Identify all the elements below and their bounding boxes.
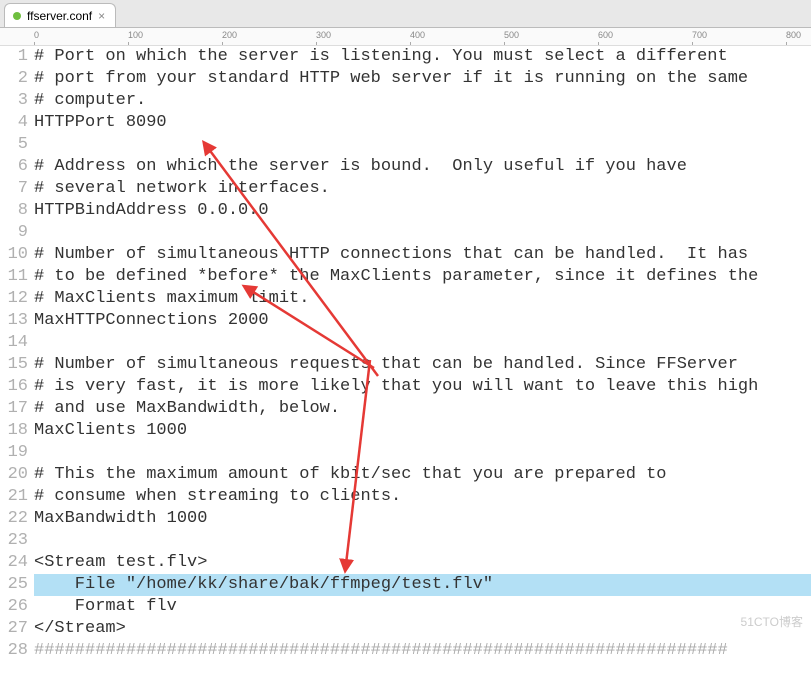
code-line[interactable]: ########################################…: [34, 640, 811, 662]
ruler-mark: 200: [222, 30, 237, 40]
code-line[interactable]: MaxClients 1000: [34, 420, 811, 442]
code-line[interactable]: # Port on which the server is listening.…: [34, 46, 811, 68]
line-number: 26: [0, 596, 28, 618]
line-number: 23: [0, 530, 28, 552]
line-number: 6: [0, 156, 28, 178]
code-line[interactable]: [34, 222, 811, 244]
line-number: 27: [0, 618, 28, 640]
ruler-mark: 600: [598, 30, 613, 40]
tab-filename: ffserver.conf: [27, 9, 92, 23]
code-line[interactable]: <Stream test.flv>: [34, 552, 811, 574]
code-content[interactable]: # Port on which the server is listening.…: [34, 46, 811, 678]
code-line[interactable]: File "/home/kk/share/bak/ffmpeg/test.flv…: [34, 574, 811, 596]
ruler-mark: 400: [410, 30, 425, 40]
code-line[interactable]: # Address on which the server is bound. …: [34, 156, 811, 178]
line-number: 17: [0, 398, 28, 420]
line-number: 5: [0, 134, 28, 156]
editor-area[interactable]: 1234567891011121314151617181920212223242…: [0, 46, 811, 678]
code-line[interactable]: # to be defined *before* the MaxClients …: [34, 266, 811, 288]
ruler-mark: 0: [34, 30, 39, 40]
line-number-gutter: 1234567891011121314151617181920212223242…: [0, 46, 34, 678]
code-line[interactable]: Format flv: [34, 596, 811, 618]
code-line[interactable]: # several network interfaces.: [34, 178, 811, 200]
tab-status-dot-icon: [13, 12, 21, 20]
code-line[interactable]: # Number of simultaneous requests that c…: [34, 354, 811, 376]
code-line[interactable]: # consume when streaming to clients.: [34, 486, 811, 508]
ruler-mark: 500: [504, 30, 519, 40]
line-number: 2: [0, 68, 28, 90]
line-number: 14: [0, 332, 28, 354]
ruler-mark: 300: [316, 30, 331, 40]
code-line[interactable]: HTTPBindAddress 0.0.0.0: [34, 200, 811, 222]
line-number: 28: [0, 640, 28, 662]
code-line[interactable]: # Number of simultaneous HTTP connection…: [34, 244, 811, 266]
code-line[interactable]: # and use MaxBandwidth, below.: [34, 398, 811, 420]
code-line[interactable]: # MaxClients maximum limit.: [34, 288, 811, 310]
line-number: 13: [0, 310, 28, 332]
line-number: 10: [0, 244, 28, 266]
code-line[interactable]: </Stream>: [34, 618, 811, 640]
file-tab[interactable]: ffserver.conf ×: [4, 3, 116, 27]
code-line[interactable]: HTTPPort 8090: [34, 112, 811, 134]
code-line[interactable]: # This the maximum amount of kbit/sec th…: [34, 464, 811, 486]
code-line[interactable]: [34, 530, 811, 552]
code-line[interactable]: # port from your standard HTTP web serve…: [34, 68, 811, 90]
code-line[interactable]: [34, 134, 811, 156]
line-number: 24: [0, 552, 28, 574]
horizontal-ruler: 0 100 200 300 400 500 600 700 800: [0, 28, 811, 46]
ruler-mark: 100: [128, 30, 143, 40]
ruler-mark: 800: [786, 30, 801, 40]
line-number: 16: [0, 376, 28, 398]
line-number: 11: [0, 266, 28, 288]
code-line[interactable]: [34, 442, 811, 464]
line-number: 20: [0, 464, 28, 486]
line-number: 4: [0, 112, 28, 134]
code-line[interactable]: # is very fast, it is more likely that y…: [34, 376, 811, 398]
code-line[interactable]: [34, 332, 811, 354]
line-number: 12: [0, 288, 28, 310]
line-number: 1: [0, 46, 28, 68]
line-number: 25: [0, 574, 28, 596]
line-number: 19: [0, 442, 28, 464]
line-number: 3: [0, 90, 28, 112]
code-line[interactable]: MaxHTTPConnections 2000: [34, 310, 811, 332]
line-number: 18: [0, 420, 28, 442]
tab-bar: ffserver.conf ×: [0, 0, 811, 28]
line-number: 15: [0, 354, 28, 376]
code-line[interactable]: MaxBandwidth 1000: [34, 508, 811, 530]
line-number: 9: [0, 222, 28, 244]
line-number: 8: [0, 200, 28, 222]
line-number: 21: [0, 486, 28, 508]
code-line[interactable]: # computer.: [34, 90, 811, 112]
ruler-mark: 700: [692, 30, 707, 40]
line-number: 22: [0, 508, 28, 530]
line-number: 7: [0, 178, 28, 200]
tab-close-icon[interactable]: ×: [98, 9, 105, 23]
